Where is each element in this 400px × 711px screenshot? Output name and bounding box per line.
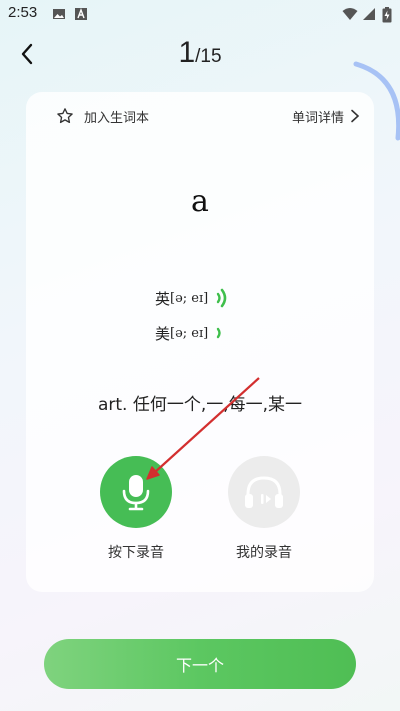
phonetic-us[interactable]: 美 [ə; eɪ] [155, 321, 226, 345]
record-button[interactable] [100, 456, 172, 528]
wifi-icon [342, 8, 358, 20]
font-a-icon [75, 8, 87, 20]
word-detail-link[interactable]: 单词详情 [292, 104, 360, 128]
star-icon [57, 108, 73, 124]
phonetic-us-region: 美 [155, 324, 171, 343]
phonetic-uk-region: 英 [155, 289, 171, 308]
status-time: 2:53 [8, 4, 38, 21]
add-vocab-label: 加入生词本 [84, 110, 150, 126]
image-icon [53, 9, 65, 19]
progress-counter: 1/15 [0, 36, 400, 70]
phonetic-us-ipa: [ə; eɪ] [170, 325, 209, 341]
phonetic-uk-ipa: [ə; eɪ] [170, 290, 209, 306]
microphone-icon [122, 475, 150, 511]
next-button[interactable]: 下一个 [44, 639, 356, 689]
signal-icon [363, 8, 375, 20]
status-bar: 2:53 [0, 0, 400, 28]
battery-charging-icon [382, 7, 392, 23]
speaker-wave-icon[interactable] [216, 287, 230, 309]
total-count: /15 [195, 46, 222, 67]
add-vocab-button[interactable]: 加入生词本 [56, 104, 149, 128]
word-definition: art. 任何一个,一,每一,某一 [97, 395, 303, 415]
chevron-right-icon [351, 109, 360, 123]
word-detail-label: 单词详情 [291, 110, 344, 126]
my-recording-button[interactable] [228, 456, 300, 528]
word-text: a [191, 184, 209, 219]
phonetic-uk[interactable]: 英 [ə; eɪ] [155, 286, 230, 310]
current-index: 1 [178, 36, 196, 69]
headphones-icon [245, 476, 283, 508]
speaker-wave-icon[interactable] [216, 322, 226, 344]
record-label: 按下录音 [108, 545, 164, 561]
my-recording-label: 我的录音 [236, 545, 292, 561]
